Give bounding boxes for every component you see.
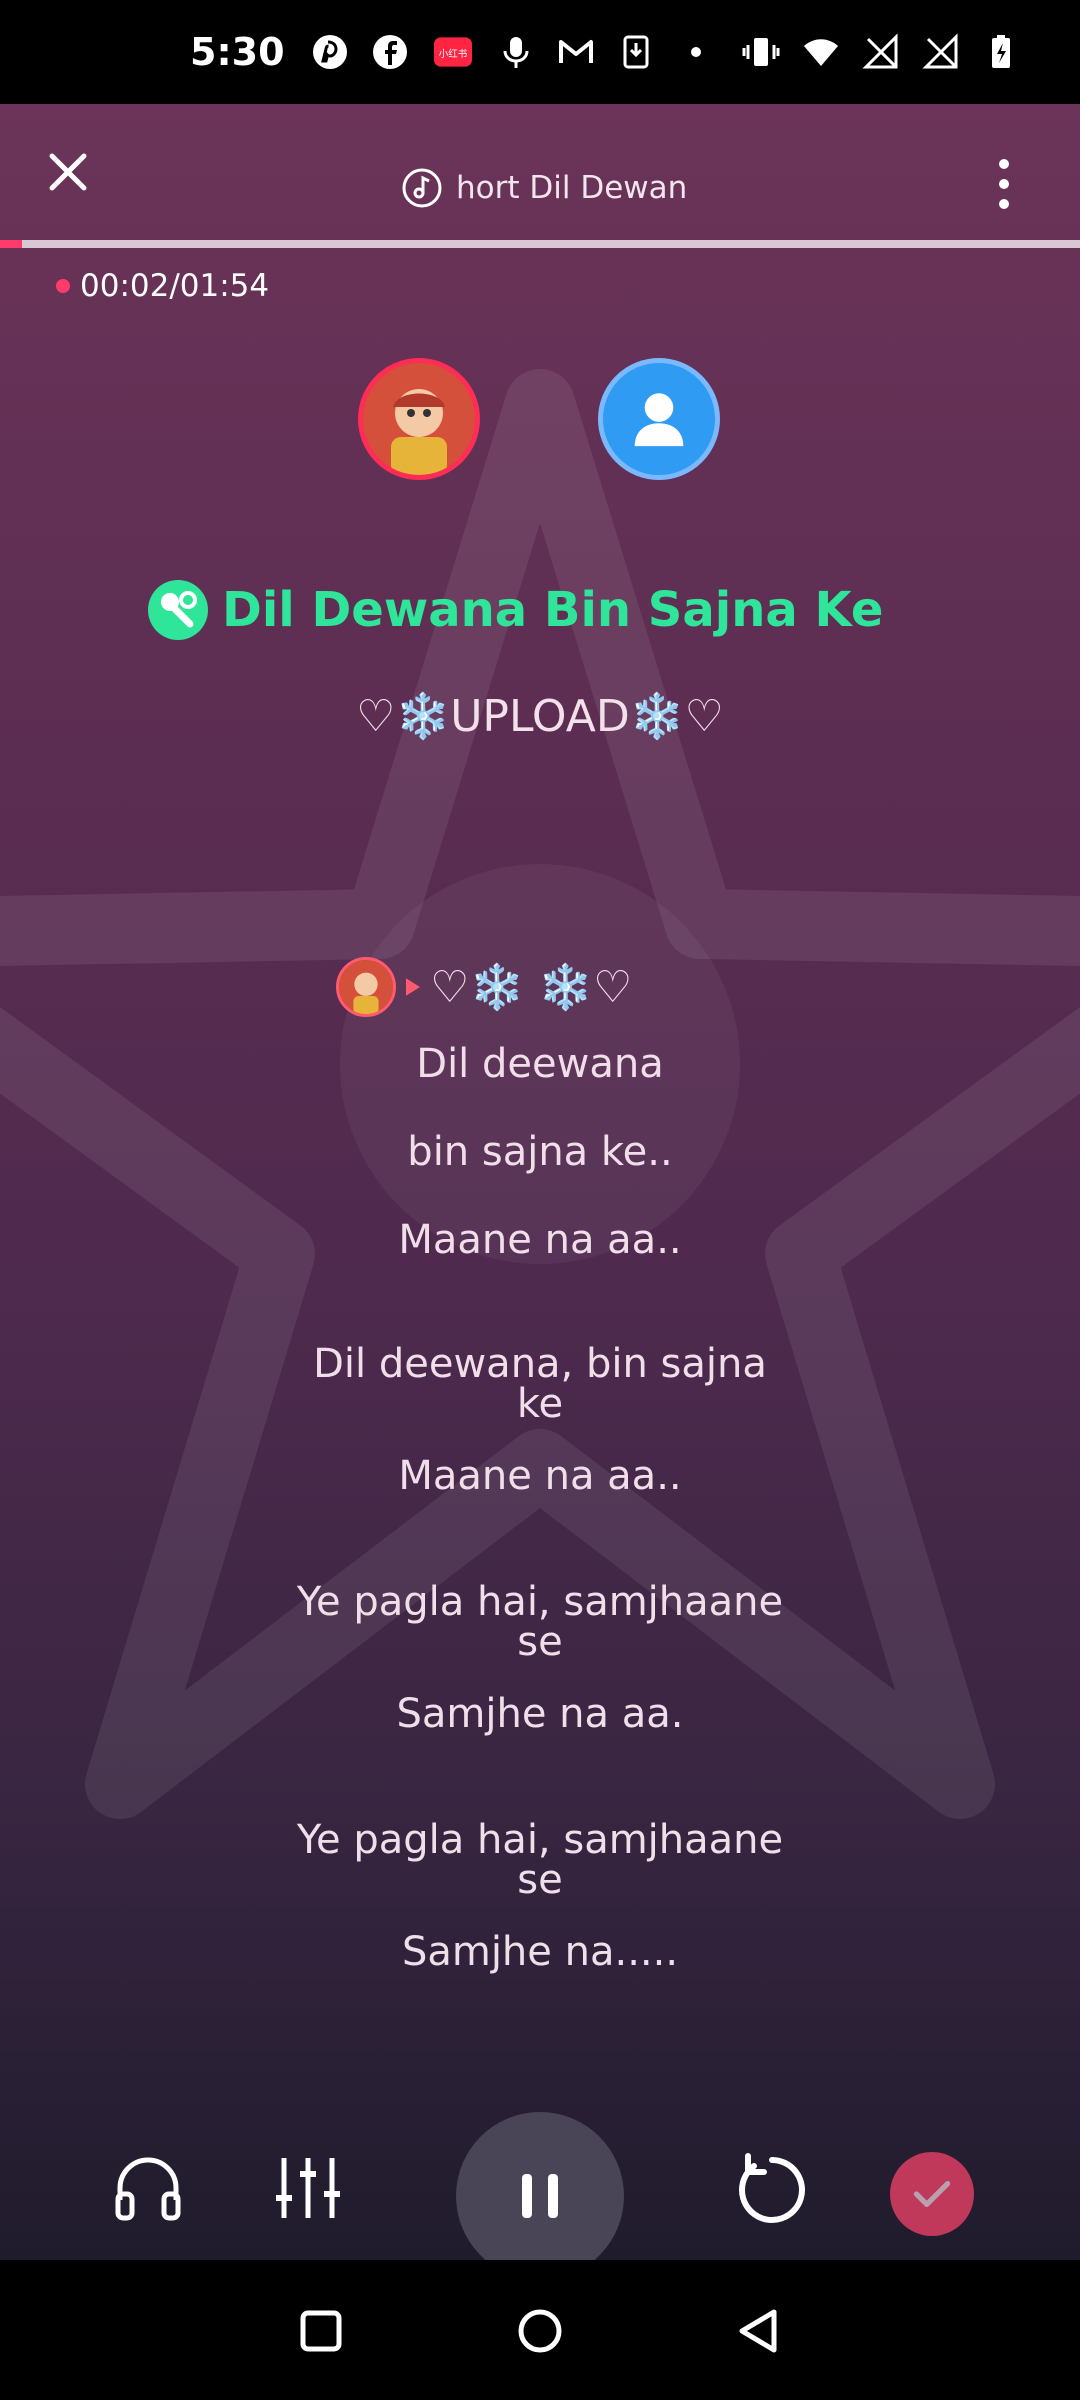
header-title: hort Dil Dewan	[456, 170, 688, 206]
recording-dot	[56, 279, 70, 293]
music-note-icon	[402, 168, 442, 208]
download-icon	[617, 33, 655, 71]
back-triangle-icon	[739, 2309, 777, 2353]
upload-label: ♡❄️UPLOAD❄️♡	[356, 691, 724, 742]
pause-icon	[522, 2174, 558, 2218]
facebook-icon	[371, 33, 409, 71]
signal-icon	[862, 33, 900, 71]
timer-text: 00:02/01:54	[80, 268, 270, 304]
lyric-line: Maane na aa..	[398, 1217, 682, 1263]
pause-button[interactable]	[456, 2112, 624, 2260]
song-title: Dil Dewana Bin Sajna Ke	[222, 582, 884, 638]
recording-timer: 00:02/01:54	[56, 264, 269, 308]
microphone-icon	[497, 33, 535, 71]
gmail-icon	[557, 33, 595, 71]
recording-stage: hort Dil Dewan 00:02/01:54 Dil Dewana Bi…	[0, 104, 1080, 2260]
wifi-icon	[802, 33, 840, 71]
progress-fill	[0, 240, 22, 248]
replay-icon	[739, 2153, 805, 2223]
cartoon-avatar-image	[339, 960, 393, 1014]
pointer-arrow-icon	[406, 978, 420, 996]
close-button[interactable]	[40, 144, 96, 200]
singer-tag-row: ♡❄️ ❄️♡	[336, 954, 632, 1020]
status-bar: 5:30 小红书	[0, 0, 1080, 104]
home-circle-icon	[518, 2309, 562, 2353]
app-screen: 5:30 小红书 hort Dil Dewan 00:02/01:54 Dil …	[0, 0, 1080, 2400]
signal-icon	[922, 33, 960, 71]
lyric-line: Ye pagla hai, samjhaane se	[296, 1817, 784, 1903]
home-button[interactable]	[505, 2296, 575, 2366]
recents-square-icon	[300, 2310, 342, 2352]
system-navigation-bar	[0, 2260, 1080, 2400]
song-title-row: Dil Dewana Bin Sajna Ke	[146, 574, 883, 646]
done-button[interactable]	[890, 2152, 974, 2236]
more-options-button[interactable]	[988, 156, 1020, 212]
recents-button[interactable]	[286, 2296, 356, 2366]
karaoke-logo-icon	[148, 580, 208, 640]
headphone-button[interactable]	[110, 2150, 186, 2226]
user-icon	[634, 393, 684, 447]
top-bar: hort Dil Dewan	[0, 104, 1080, 240]
battery-charging-icon	[982, 33, 1020, 71]
lyric-line: Samjhe na.....	[401, 1929, 679, 1975]
app-badge-icon: 小红书	[431, 33, 475, 71]
cartoon-avatar-image	[363, 363, 475, 475]
lyric-line: Dil deewana	[416, 1041, 664, 1087]
singer-avatar[interactable]	[358, 358, 480, 480]
lyric-line: bin sajna ke..	[407, 1129, 673, 1175]
playback-controls	[0, 2000, 1080, 2260]
replay-button[interactable]	[732, 2148, 812, 2228]
close-icon	[49, 153, 87, 191]
duet-partner-avatar[interactable]	[598, 358, 720, 480]
back-button[interactable]	[724, 2296, 794, 2366]
mixer-button[interactable]	[270, 2150, 346, 2226]
lyric-line: Samjhe na aa.	[396, 1691, 684, 1737]
song-title-marquee: hort Dil Dewan	[400, 160, 700, 216]
more-vertical-icon	[999, 159, 1009, 209]
pinterest-icon	[311, 33, 349, 71]
lyric-line: Maane na aa..	[398, 1453, 682, 1499]
mixer-icon	[276, 2158, 340, 2218]
lyric-line: Ye pagla hai, samjhaane se	[296, 1579, 784, 1665]
headphone-icon	[115, 2157, 181, 2221]
dot-icon	[677, 33, 715, 71]
status-time: 5:30	[190, 30, 285, 74]
system-icons	[742, 33, 1020, 71]
lyric-line: Dil deewana, bin sajna ke	[313, 1341, 767, 1427]
notification-icons: 小红书	[311, 33, 715, 71]
app-badge-text: 小红书	[438, 48, 467, 60]
vibrate-icon	[742, 33, 780, 71]
check-icon	[913, 2181, 951, 2207]
progress-bar[interactable]	[0, 240, 1080, 248]
singer-tag: ♡❄️ ❄️♡	[430, 962, 633, 1013]
singer-mini-avatar	[336, 957, 396, 1017]
